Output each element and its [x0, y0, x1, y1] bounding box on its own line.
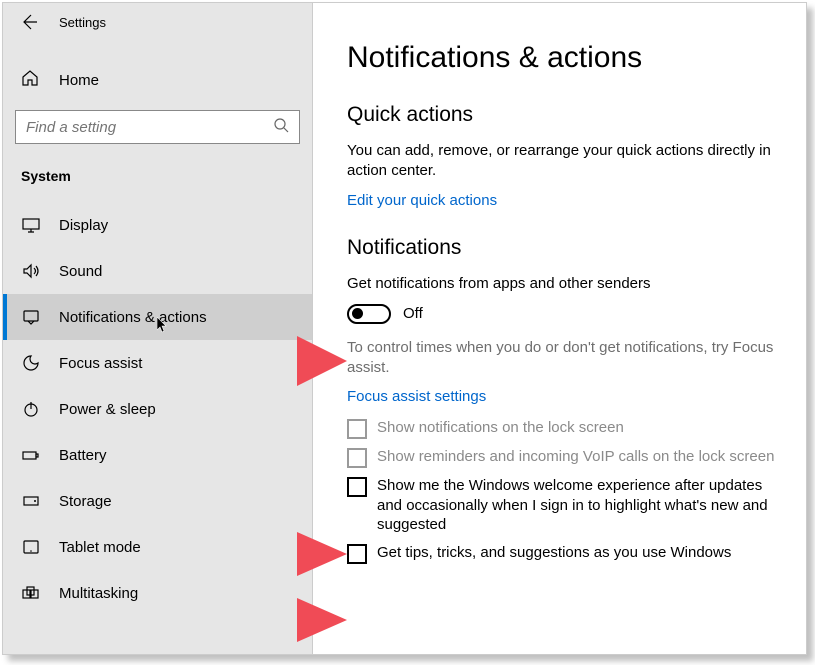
sidebar-item-label: Notifications & actions — [59, 309, 207, 326]
nav-home-label: Home — [59, 72, 99, 89]
checkbox-label-1: Show reminders and incoming VoIP calls o… — [377, 447, 774, 467]
checkbox-row-1: Show reminders and incoming VoIP calls o… — [347, 447, 776, 468]
sidebar-item-label: Focus assist — [59, 355, 142, 372]
tablet-icon — [21, 538, 41, 556]
sidebar-item-label: Power & sleep — [59, 401, 156, 418]
sidebar-item-notifications[interactable]: Notifications & actions — [3, 294, 312, 340]
checkbox-row-2: Show me the Windows welcome experience a… — [347, 476, 776, 535]
checkbox-3[interactable] — [347, 544, 367, 564]
toggle-knob — [352, 308, 363, 319]
sidebar-item-storage[interactable]: Storage — [3, 478, 312, 524]
sidebar-item-label: Tablet mode — [59, 539, 141, 556]
storage-icon — [21, 492, 41, 510]
multitask-icon — [21, 584, 41, 602]
sidebar-item-display[interactable]: Display — [3, 202, 312, 248]
sidebar-item-multitask[interactable]: Multitasking — [3, 570, 312, 616]
quick-actions-heading: Quick actions — [347, 103, 776, 127]
settings-window: Settings Home System Display Sound Notific… — [2, 2, 807, 655]
app-title: Settings — [59, 15, 106, 30]
power-icon — [21, 400, 41, 418]
sidebar-item-power[interactable]: Power & sleep — [3, 386, 312, 432]
category-label: System — [3, 158, 312, 202]
checkbox-0 — [347, 419, 367, 439]
search-input[interactable] — [26, 119, 273, 136]
page-title: Notifications & actions — [347, 41, 776, 75]
nav-list: Display Sound Notifications & actions Focus… — [3, 202, 312, 616]
sidebar-item-label: Battery — [59, 447, 107, 464]
checkbox-1 — [347, 448, 367, 468]
notifications-toggle-state: Off — [403, 305, 423, 322]
sound-icon — [21, 262, 41, 280]
sidebar-item-battery[interactable]: Battery — [3, 432, 312, 478]
sidebar-item-label: Sound — [59, 263, 102, 280]
home-icon — [21, 69, 41, 92]
sidebar: Settings Home System Display Sound Notific… — [3, 3, 313, 654]
sidebar-item-focus[interactable]: Focus assist — [3, 340, 312, 386]
focus-assist-hint: To control times when you do or don't ge… — [347, 338, 776, 379]
notifications-icon — [21, 308, 41, 326]
battery-icon — [21, 446, 41, 464]
checkbox-2[interactable] — [347, 477, 367, 497]
checkbox-label-0: Show notifications on the lock screen — [377, 418, 624, 438]
focus-icon — [21, 354, 41, 372]
quick-actions-desc: You can add, remove, or rearrange your q… — [347, 141, 776, 182]
edit-quick-actions-link[interactable]: Edit your quick actions — [347, 192, 497, 209]
notifications-toggle-caption: Get notifications from apps and other se… — [347, 274, 776, 294]
topbar: Settings — [3, 3, 312, 41]
checkbox-label-3: Get tips, tricks, and suggestions as you… — [377, 543, 731, 563]
sidebar-item-label: Multitasking — [59, 585, 138, 602]
notifications-toggle-row: Off — [347, 304, 776, 324]
checkbox-row-3: Get tips, tricks, and suggestions as you… — [347, 543, 776, 564]
focus-assist-settings-link[interactable]: Focus assist settings — [347, 388, 486, 405]
display-icon — [21, 216, 41, 234]
content-pane: Notifications & actions Quick actions Yo… — [313, 3, 806, 654]
sidebar-item-label: Storage — [59, 493, 112, 510]
sidebar-item-label: Display — [59, 217, 108, 234]
sidebar-item-tablet[interactable]: Tablet mode — [3, 524, 312, 570]
checkbox-label-2: Show me the Windows welcome experience a… — [377, 476, 776, 535]
notifications-heading: Notifications — [347, 236, 776, 260]
checkbox-row-0: Show notifications on the lock screen — [347, 418, 776, 439]
nav-home[interactable]: Home — [3, 57, 312, 104]
sidebar-item-sound[interactable]: Sound — [3, 248, 312, 294]
search-box[interactable] — [15, 110, 300, 144]
notification-checkboxes: Show notifications on the lock screen Sho… — [347, 418, 776, 564]
back-icon[interactable] — [21, 14, 37, 30]
search-icon — [273, 117, 289, 138]
notifications-toggle[interactable] — [347, 304, 391, 324]
search-wrap — [3, 104, 312, 158]
